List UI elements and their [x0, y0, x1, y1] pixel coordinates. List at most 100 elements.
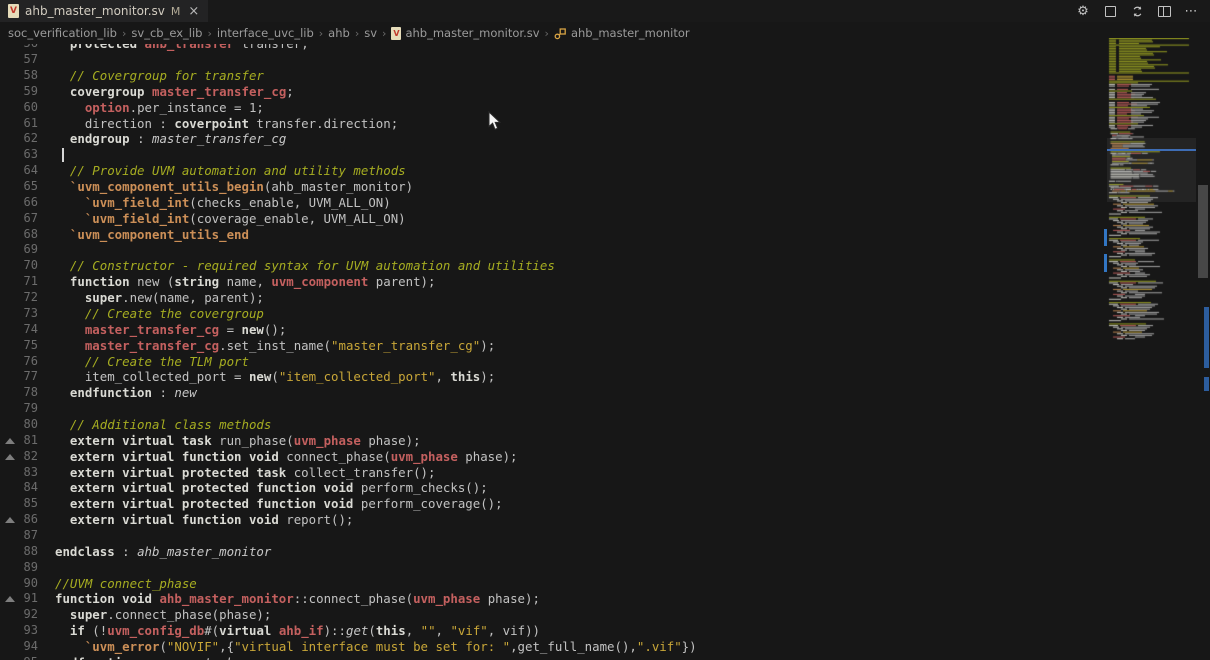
breadcrumb-label: ahb: [328, 26, 350, 40]
code-line[interactable]: 57: [0, 52, 1100, 68]
line-number: 74: [0, 322, 38, 338]
code-line[interactable]: 88endclass : ahb_master_monitor: [0, 544, 1100, 560]
code-line[interactable]: 63: [0, 147, 1100, 163]
breadcrumb-separator: ›: [122, 27, 126, 40]
code-line[interactable]: 70 // Constructor - required syntax for …: [0, 258, 1100, 274]
code-line[interactable]: 95endfunction : connect_phase: [0, 655, 1100, 660]
code-text: master_transfer_cg.set_inst_name("master…: [55, 338, 495, 354]
code-line[interactable]: 65 `uvm_component_utils_begin(ahb_master…: [0, 179, 1100, 195]
code-line[interactable]: 75 master_transfer_cg.set_inst_name("mas…: [0, 338, 1100, 354]
minimap-slider[interactable]: [1107, 138, 1196, 202]
code-line[interactable]: 60 option.per_instance = 1;: [0, 100, 1100, 116]
code-line[interactable]: 92 super.connect_phase(phase);: [0, 607, 1100, 623]
code-text: `uvm_component_utils_end: [55, 227, 249, 243]
sync-icon[interactable]: [1128, 2, 1146, 20]
breadcrumb-separator: ›: [355, 27, 359, 40]
code-line[interactable]: 73 // Create the covergroup: [0, 306, 1100, 322]
breadcrumb-item-sv[interactable]: sv: [364, 26, 377, 40]
code-line[interactable]: 86 extern virtual function void report()…: [0, 512, 1100, 528]
code-line[interactable]: 78 endfunction : new: [0, 385, 1100, 401]
mouse-cursor: [488, 111, 502, 131]
square-glyph: [1105, 6, 1116, 17]
code-line[interactable]: 77 item_collected_port = new("item_colle…: [0, 369, 1100, 385]
code-text: `uvm_field_int(coverage_enable, UVM_ALL_…: [55, 211, 406, 227]
code-text: // Constructor - required syntax for UVM…: [55, 258, 555, 274]
overview-ruler-mark: [1204, 377, 1209, 391]
code-line[interactable]: 93 if (!uvm_config_db#(virtual ahb_if)::…: [0, 623, 1100, 639]
code-line[interactable]: 59 covergroup master_transfer_cg;: [0, 84, 1100, 100]
text-cursor: [62, 148, 64, 162]
split-editor-icon[interactable]: [1155, 2, 1173, 20]
editor-pane[interactable]: 56 protected ahb_transfer transfer;5758 …: [0, 44, 1100, 660]
code-text: // Create the covergroup: [55, 306, 264, 322]
code-line[interactable]: 67 `uvm_field_int(coverage_enable, UVM_A…: [0, 211, 1100, 227]
line-number: 71: [0, 274, 38, 290]
code-line[interactable]: 66 `uvm_field_int(checks_enable, UVM_ALL…: [0, 195, 1100, 211]
code-text: if (!uvm_config_db#(virtual ahb_if)::get…: [55, 623, 540, 639]
line-number: 77: [0, 369, 38, 385]
code-line[interactable]: 69: [0, 242, 1100, 258]
code-line[interactable]: 56 protected ahb_transfer transfer;: [0, 44, 1100, 52]
line-number: 70: [0, 258, 38, 274]
code-line[interactable]: 84 extern virtual protected function voi…: [0, 480, 1100, 496]
code-line[interactable]: 79: [0, 401, 1100, 417]
more-actions-icon[interactable]: ⋯: [1182, 2, 1200, 20]
breadcrumb-item-interface_uvc_lib[interactable]: interface_uvc_lib: [217, 26, 314, 40]
code-line[interactable]: 87: [0, 528, 1100, 544]
code-line[interactable]: 85 extern virtual protected function voi…: [0, 496, 1100, 512]
line-number: 83: [0, 465, 38, 481]
breadcrumb-item-ahb[interactable]: ahb: [328, 26, 350, 40]
scrollbar-thumb[interactable]: [1198, 185, 1208, 278]
breadcrumb-label: sv: [364, 26, 377, 40]
close-icon[interactable]: ×: [188, 4, 199, 19]
systemverilog-file-icon: V: [391, 27, 401, 40]
tab-ahb-master-monitor[interactable]: V ahb_master_monitor.sv M ×: [0, 0, 208, 22]
titlebar-actions: ⚙ ⋯: [1074, 0, 1210, 22]
code-line[interactable]: 68 `uvm_component_utils_end: [0, 227, 1100, 243]
code-line[interactable]: 94 `uvm_error("NOVIF",{"virtual interfac…: [0, 639, 1100, 655]
line-number: 81: [0, 433, 38, 449]
line-number: 61: [0, 116, 38, 132]
overview-ruler-mark: [1204, 307, 1209, 368]
modified-badge: M: [171, 5, 181, 18]
code-text: `uvm_component_utils_begin(ahb_master_mo…: [55, 179, 413, 195]
breadcrumb-label: ahb_master_monitor: [571, 26, 690, 40]
code-text: extern virtual function void connect_pha…: [55, 449, 518, 465]
line-number: 66: [0, 195, 38, 211]
code-line[interactable]: 72 super.new(name, parent);: [0, 290, 1100, 306]
line-number: 89: [0, 560, 38, 576]
code-line[interactable]: 83 extern virtual protected task collect…: [0, 465, 1100, 481]
code-line[interactable]: 62 endgroup : master_transfer_cg: [0, 131, 1100, 147]
code-line[interactable]: 82 extern virtual function void connect_…: [0, 449, 1100, 465]
code-line[interactable]: 80 // Additional class methods: [0, 417, 1100, 433]
line-number: 85: [0, 496, 38, 512]
breadcrumb-separator: ›: [545, 27, 549, 40]
code-text: option.per_instance = 1;: [55, 100, 264, 116]
code-line[interactable]: 58 // Covergroup for transfer: [0, 68, 1100, 84]
breadcrumb-item-ahb_master_monitor.sv[interactable]: Vahb_master_monitor.sv: [391, 26, 539, 40]
code-text: //UVM connect_phase: [55, 576, 197, 592]
breadcrumb-item-sv_cb_ex_lib[interactable]: sv_cb_ex_lib: [131, 26, 202, 40]
code-text: extern virtual task run_phase(uvm_phase …: [55, 433, 421, 449]
code-line[interactable]: 91function void ahb_master_monitor::conn…: [0, 591, 1100, 607]
line-number: 64: [0, 163, 38, 179]
minimap-modified-mark: [1104, 254, 1107, 272]
code-line[interactable]: 71 function new (string name, uvm_compon…: [0, 274, 1100, 290]
code-text: master_transfer_cg = new();: [55, 322, 286, 338]
code-text: function new (string name, uvm_component…: [55, 274, 435, 290]
breadcrumb-item-soc_verification_lib[interactable]: soc_verification_lib: [8, 26, 117, 40]
code-line[interactable]: 76 // Create the TLM port: [0, 354, 1100, 370]
code-line[interactable]: 81 extern virtual task run_phase(uvm_pha…: [0, 433, 1100, 449]
code-line[interactable]: 64 // Provide UVM automation and utility…: [0, 163, 1100, 179]
code-line[interactable]: 90//UVM connect_phase: [0, 576, 1100, 592]
code-text: // Covergroup for transfer: [55, 68, 264, 84]
code-text: // Provide UVM automation and utility me…: [55, 163, 406, 179]
code-text: super.new(name, parent);: [55, 290, 264, 306]
breadcrumb-separator: ›: [382, 27, 386, 40]
code-line[interactable]: 89: [0, 560, 1100, 576]
code-line[interactable]: 74 master_transfer_cg = new();: [0, 322, 1100, 338]
gear-icon[interactable]: ⚙: [1074, 2, 1092, 20]
open-editors-icon[interactable]: [1101, 2, 1119, 20]
code-line[interactable]: 61 direction : coverpoint transfer.direc…: [0, 116, 1100, 132]
breadcrumb-item-ahb_master_monitor[interactable]: ahb_master_monitor: [554, 26, 690, 40]
